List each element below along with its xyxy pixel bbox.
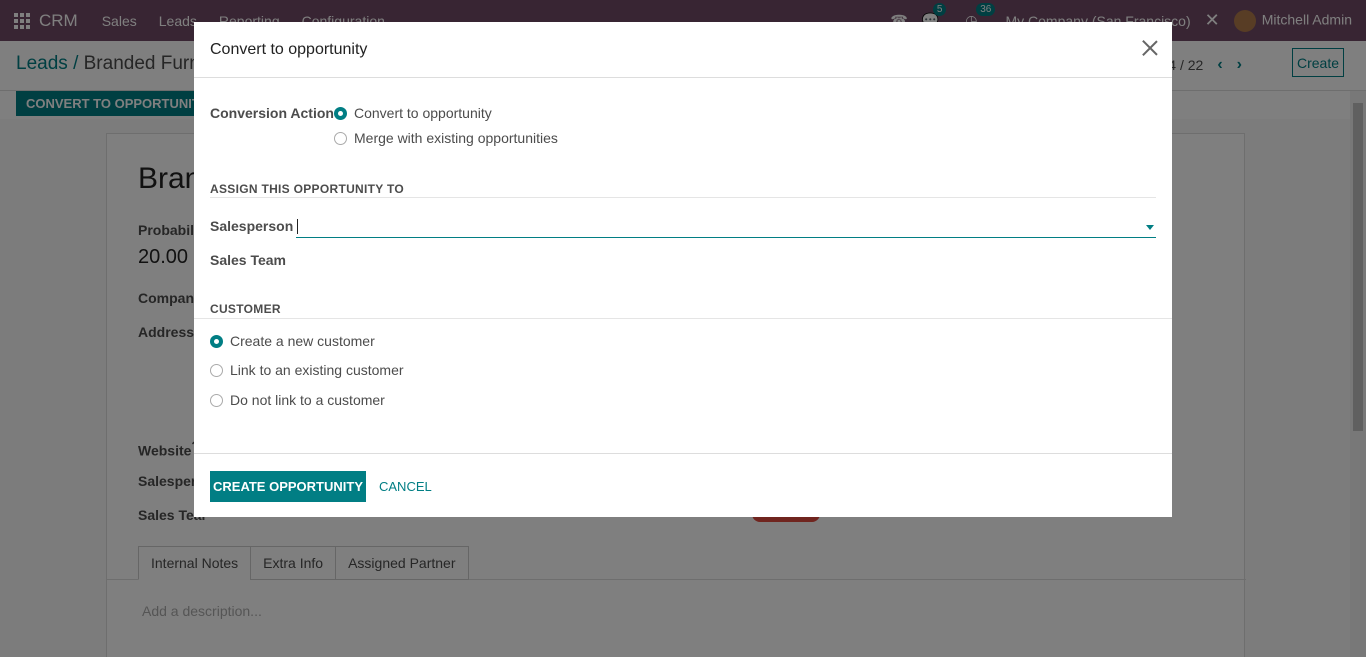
radio-create-customer[interactable]: Create a new customer (210, 333, 375, 349)
create-opportunity-button[interactable]: CREATE OPPORTUNITY (210, 471, 366, 502)
close-icon[interactable] (1142, 40, 1158, 56)
radio-create-customer-label[interactable]: Create a new customer (230, 333, 375, 349)
text-caret (297, 219, 298, 234)
radio-unselected-icon[interactable] (210, 393, 223, 407)
assign-section-title: ASSIGN THIS OPPORTUNITY TO (210, 182, 405, 196)
sales-team-field-label: Sales Team (210, 252, 287, 268)
radio-selected-icon[interactable] (210, 334, 223, 348)
customer-section-title: CUSTOMER (210, 302, 281, 316)
radio-convert-label[interactable]: Convert to opportunity (354, 105, 492, 121)
cancel-button[interactable]: CANCEL (379, 471, 432, 502)
convert-dialog: Convert to opportunity Conversion Action… (194, 22, 1172, 517)
assign-section-divider (210, 197, 1156, 198)
radio-link-customer[interactable]: Link to an existing customer (210, 362, 404, 378)
radio-link-customer-label[interactable]: Link to an existing customer (230, 362, 404, 378)
radio-merge-label[interactable]: Merge with existing opportunities (354, 130, 558, 146)
dropdown-arrow-icon[interactable] (1146, 225, 1154, 230)
radio-unselected-icon[interactable] (210, 363, 223, 377)
radio-convert[interactable]: Convert to opportunity (334, 105, 492, 121)
dialog-title: Convert to opportunity (210, 41, 368, 58)
customer-section-divider (194, 318, 1172, 319)
radio-unselected-icon[interactable] (334, 131, 347, 145)
radio-no-customer-label[interactable]: Do not link to a customer (230, 392, 385, 408)
radio-merge[interactable]: Merge with existing opportunities (334, 130, 558, 146)
salesperson-input[interactable] (296, 218, 1156, 238)
conversion-action-label: Conversion Action (210, 105, 334, 121)
dialog-header: Convert to opportunity (194, 22, 1172, 78)
salesperson-field-label: Salesperson (210, 218, 294, 234)
radio-no-customer[interactable]: Do not link to a customer (210, 392, 385, 408)
radio-selected-icon[interactable] (334, 106, 347, 120)
dialog-footer: CREATE OPPORTUNITY CANCEL (194, 453, 1172, 517)
